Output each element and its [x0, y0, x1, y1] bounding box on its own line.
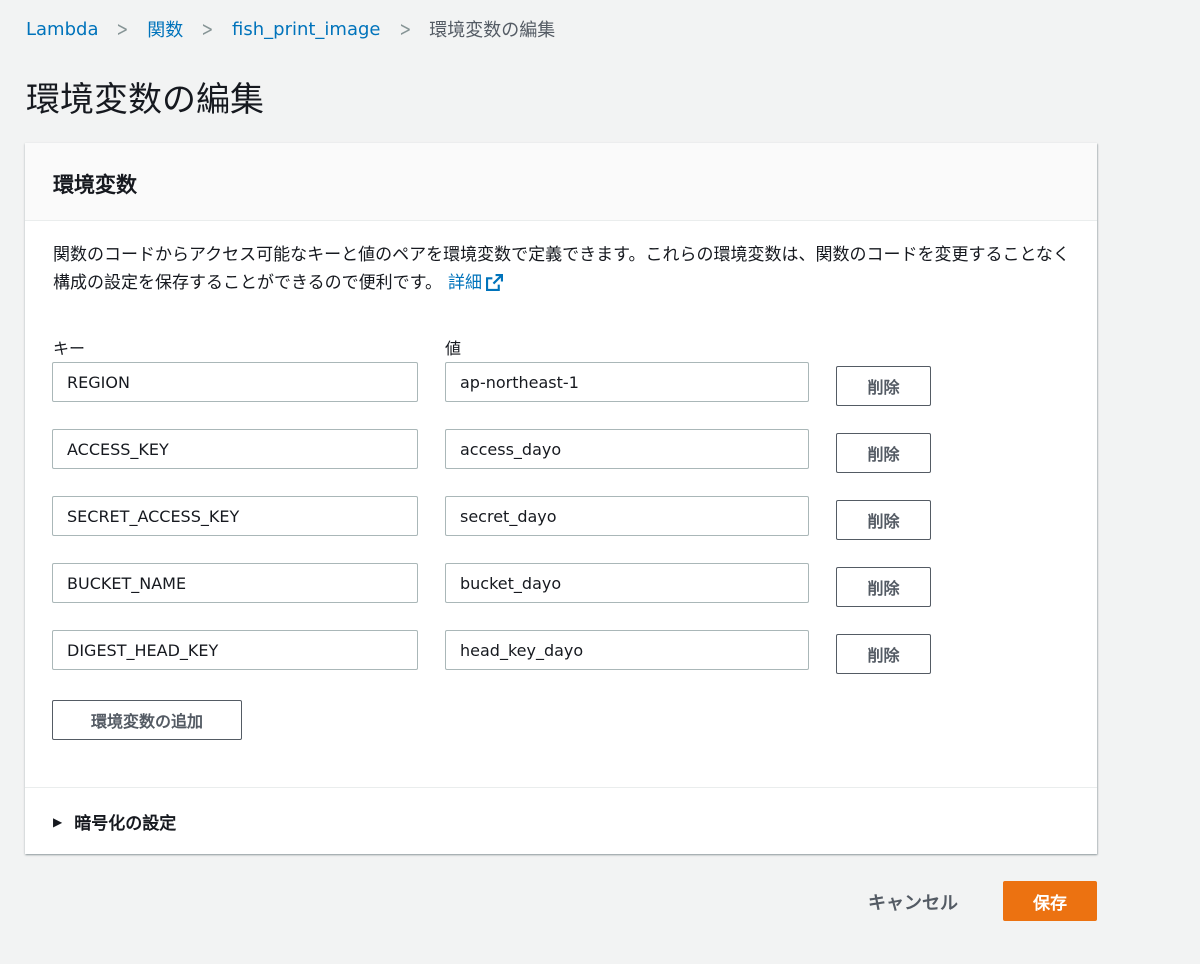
breadcrumb-functions[interactable]: 関数 — [147, 16, 183, 42]
value-column-label: 値 — [445, 339, 462, 358]
env-key-input[interactable] — [52, 362, 418, 402]
delete-button[interactable]: 削除 — [836, 433, 931, 473]
page-title: 環境変数の編集 — [26, 80, 264, 120]
divider — [25, 787, 1097, 788]
env-key-input[interactable] — [52, 630, 418, 670]
save-button[interactable]: 保存 — [1003, 881, 1097, 921]
env-value-input[interactable] — [445, 362, 809, 402]
breadcrumb-current: 環境変数の編集 — [429, 20, 556, 41]
encryption-settings-label: 暗号化の設定 — [74, 814, 177, 834]
description-text: 関数のコードからアクセス可能なキーと値のペアを環境変数で定義できます。これらの環… — [53, 245, 1070, 293]
cancel-button[interactable]: キャンセル — [848, 884, 978, 920]
panel-header: 環境変数 — [25, 143, 1097, 221]
learn-more-link[interactable]: 詳細 — [448, 273, 503, 293]
chevron-right-icon: > — [399, 17, 411, 41]
delete-button[interactable]: 削除 — [836, 634, 931, 674]
env-vars-panel: 環境変数 関数のコードからアクセス可能なキーと値のペアを環境変数で定義できます。… — [25, 143, 1097, 854]
external-link-icon — [485, 272, 503, 300]
env-value-input[interactable] — [445, 630, 809, 670]
caret-right-icon: ▶ — [53, 814, 63, 829]
delete-button[interactable]: 削除 — [836, 366, 931, 406]
key-column-label: キー — [53, 339, 86, 358]
breadcrumb: Lambda > 関数 > fish_print_image > 環境変数の編集 — [26, 16, 555, 42]
env-value-input[interactable] — [445, 496, 809, 536]
env-value-input[interactable] — [445, 429, 809, 469]
panel-description: 関数のコードからアクセス可能なキーと値のペアを環境変数で定義できます。これらの環… — [53, 241, 1073, 300]
breadcrumb-lambda[interactable]: Lambda — [26, 19, 98, 40]
env-key-input[interactable] — [52, 563, 418, 603]
chevron-right-icon: > — [201, 17, 214, 41]
breadcrumb-function-name[interactable]: fish_print_image — [232, 19, 380, 40]
chevron-right-icon: > — [116, 17, 129, 41]
encryption-settings-expander[interactable]: ▶ 暗号化の設定 — [53, 809, 176, 834]
add-env-var-button[interactable]: 環境変数の追加 — [52, 700, 242, 740]
env-value-input[interactable] — [445, 563, 809, 603]
delete-button[interactable]: 削除 — [836, 567, 931, 607]
panel-title: 環境変数 — [53, 173, 137, 197]
delete-button[interactable]: 削除 — [836, 500, 931, 540]
env-key-input[interactable] — [52, 496, 418, 536]
env-key-input[interactable] — [52, 429, 418, 469]
